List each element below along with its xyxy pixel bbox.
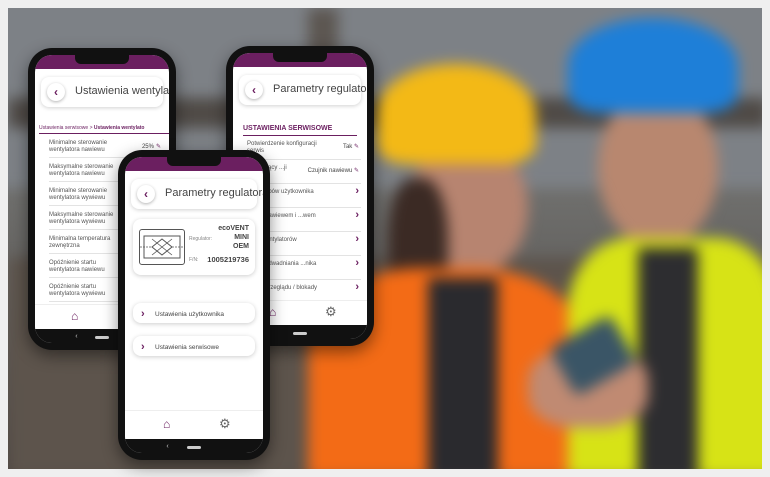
system-home-icon[interactable] xyxy=(187,446,201,449)
service-row[interactable]: Potwierdzenie konfiguracji serwis Tak ✎ xyxy=(247,137,361,160)
regulator-label: Regulator: xyxy=(189,236,213,242)
chevron-right-icon[interactable]: › xyxy=(355,234,359,245)
page-title: Parametry regulatora xyxy=(165,187,263,199)
section-divider xyxy=(243,135,357,136)
phone-screen: ‹ Parametry regulatora ecoVENT Regulator… xyxy=(125,157,263,453)
setting-label: Maksymalne sterowanie wentylatora wywiew… xyxy=(49,212,114,225)
heat-exchanger-icon xyxy=(140,235,184,259)
breadcrumb-parent[interactable]: Ustawienia serwisowe xyxy=(39,125,88,131)
system-back-icon[interactable]: ‹ xyxy=(75,333,77,340)
fn-label: F/N: xyxy=(189,257,199,263)
regulator-value-1: MINI xyxy=(234,234,249,241)
camera-notch xyxy=(273,53,327,62)
header: ‹ Parametry regulatora xyxy=(239,75,367,105)
setting-label: Maksymalne sterowanie wentylatora nawiew… xyxy=(49,164,114,177)
menu-service-settings[interactable]: › Ustawienia serwisowe xyxy=(133,336,255,356)
service-value: Tak ✎ xyxy=(343,144,359,151)
back-icon[interactable]: ‹ xyxy=(47,83,65,101)
setting-label: Minimalne sterowanie wentylatora wywiewu xyxy=(49,188,108,201)
service-value: Czujnik nawiewu ✎ xyxy=(308,168,359,175)
chevron-right-icon: › xyxy=(141,341,145,353)
home-icon[interactable]: ⌂ xyxy=(71,309,78,323)
chevron-right-icon[interactable]: › xyxy=(355,258,359,269)
home-icon[interactable]: ⌂ xyxy=(163,417,170,431)
menu-label: Ustawienia użytkownika xyxy=(155,311,225,318)
chevron-right-icon: › xyxy=(141,308,145,320)
pencil-icon[interactable]: ✎ xyxy=(354,144,359,150)
page-title: Parametry regulatora xyxy=(273,83,367,95)
page-title: Ustawienia wentylatorów xyxy=(75,85,169,97)
back-icon[interactable]: ‹ xyxy=(245,81,263,99)
chevron-right-icon[interactable]: › xyxy=(355,186,359,197)
service-value-text: Czujnik nawiewu xyxy=(307,168,353,174)
gear-icon[interactable]: ⚙ xyxy=(219,416,231,432)
device-name: ecoVENT xyxy=(218,225,249,232)
pencil-icon[interactable]: ✎ xyxy=(354,168,359,174)
status-bar xyxy=(233,53,367,67)
setting-label: Opóźnienie startu wentylatora nawiewu xyxy=(49,260,105,273)
breadcrumb-current: Ustawienia wentylato xyxy=(93,125,145,131)
fn-value: 1005219736 xyxy=(207,255,249,264)
system-nav-bar: ‹ xyxy=(125,439,263,453)
menu-label: Ustawienia serwisowe xyxy=(155,344,219,351)
breadcrumb-divider xyxy=(39,133,169,134)
status-bar xyxy=(125,157,263,171)
service-value-text: Tak xyxy=(342,144,353,150)
recuperator-icon xyxy=(139,229,185,265)
section-title: USTAWIENIA SERWISOWE xyxy=(243,125,333,132)
setting-label: Opóźnienie startu wentylatora wywiewu xyxy=(49,284,106,297)
header: ‹ Ustawienia wentylatorów xyxy=(41,77,169,107)
system-back-icon[interactable]: ‹ xyxy=(166,443,168,450)
system-home-icon[interactable] xyxy=(95,336,109,339)
status-bar xyxy=(35,55,169,69)
bottom-nav: ⌂ ⚙ xyxy=(125,410,263,439)
menu-user-settings[interactable]: › Ustawienia użytkownika xyxy=(133,303,255,323)
device-info-card: ecoVENT Regulator: MINI OEM F/N: 1005219… xyxy=(133,219,255,275)
phone-controller-params: ‹ Parametry regulatora ecoVENT Regulator… xyxy=(118,150,270,460)
home-icon[interactable]: ⌂ xyxy=(269,305,276,319)
back-icon[interactable]: ‹ xyxy=(137,185,155,203)
service-label: Potwierdzenie konfiguracji serwis xyxy=(247,141,317,154)
chevron-right-icon[interactable]: › xyxy=(355,282,359,293)
system-home-icon[interactable] xyxy=(293,332,307,335)
promo-stage: ‹ Ustawienia wentylatorów Ustawienia ser… xyxy=(0,0,770,477)
setting-label: Minimalna temperatura zewnętrzna xyxy=(49,236,111,249)
camera-notch xyxy=(167,157,221,166)
header: ‹ Parametry regulatora xyxy=(131,179,263,209)
breadcrumb[interactable]: Ustawienia serwisowe > Ustawienia wentyl… xyxy=(39,125,144,131)
chevron-right-icon[interactable]: › xyxy=(355,210,359,221)
gear-icon[interactable]: ⚙ xyxy=(325,304,337,320)
regulator-value-2: OEM xyxy=(233,243,249,250)
camera-notch xyxy=(75,55,129,64)
setting-label: Minimalne sterowanie wentylatora nawiewu xyxy=(49,140,108,153)
